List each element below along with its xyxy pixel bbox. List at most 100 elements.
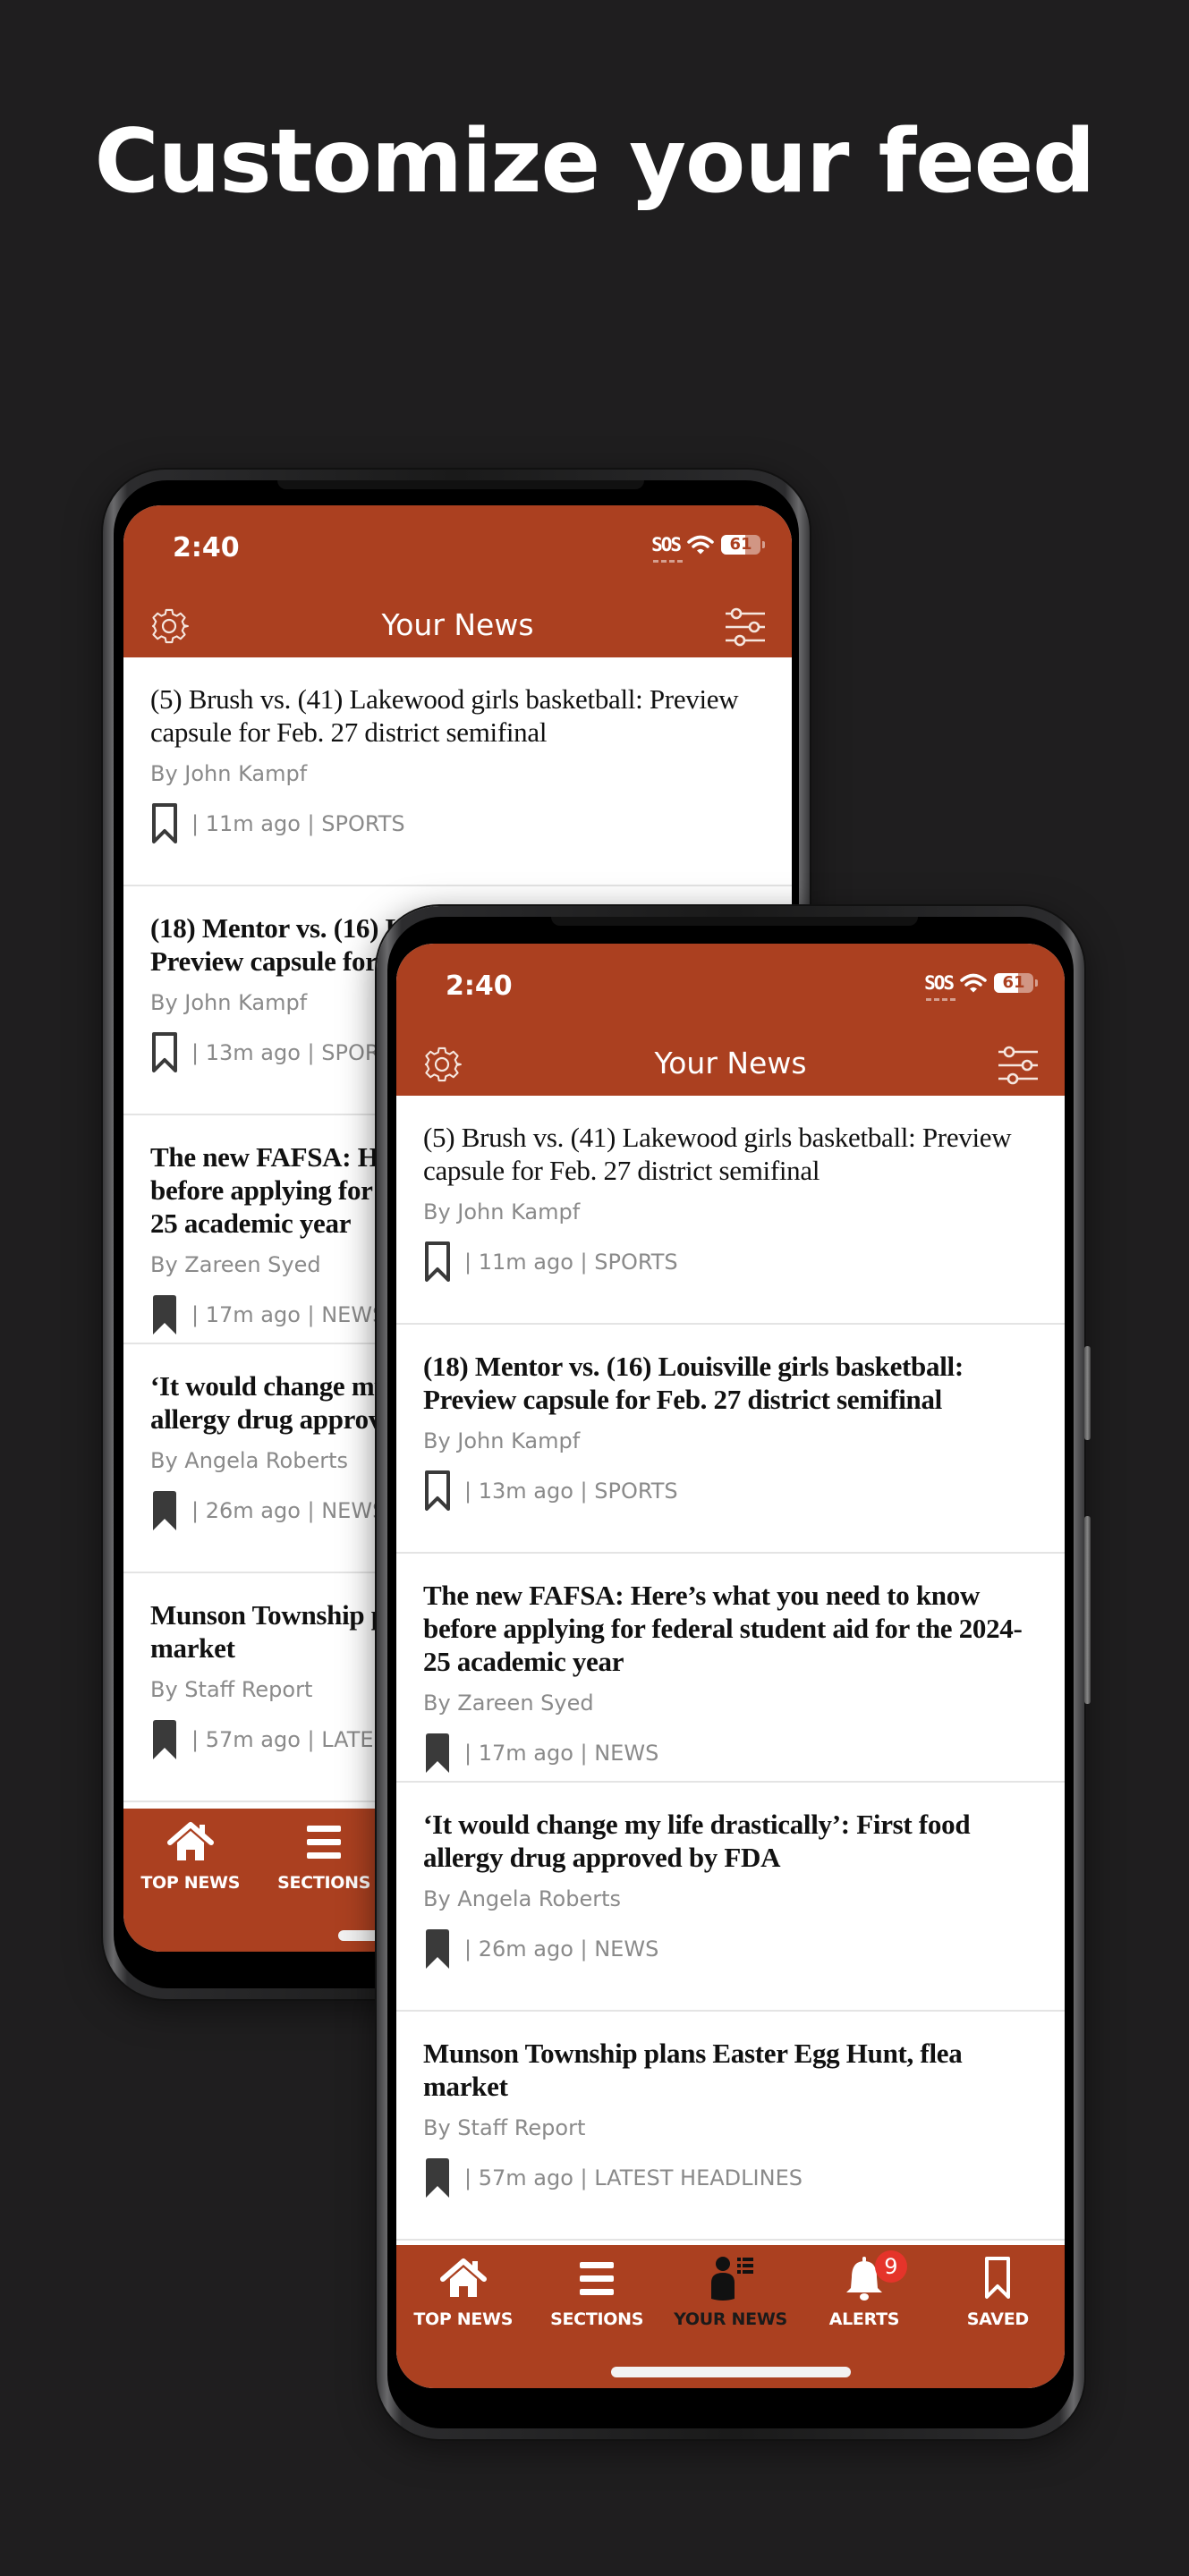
status-icons: SOS 61	[651, 534, 765, 563]
signal-dots-icon	[926, 998, 956, 1001]
article-meta: | 26m ago | NEWS	[464, 1936, 659, 1962]
home-indicator[interactable]	[610, 2367, 851, 2377]
article-meta: | 57m ago | LATEST HEADLINES	[464, 2165, 803, 2190]
wifi-icon	[960, 973, 987, 993]
volume-button	[1084, 1346, 1091, 1440]
nav-tab-top-news[interactable]: TOP NEWS	[123, 1818, 257, 1893]
bookmark-filled-icon[interactable]	[150, 1718, 179, 1761]
nav-label: SAVED	[966, 2309, 1029, 2329]
article-headline[interactable]: The new FAFSA: Here’s what you need to k…	[423, 1579, 1038, 1678]
promo-title: Customize your feed	[94, 111, 1096, 213]
article-item[interactable]: ‘It would change my life drastically’: F…	[396, 1783, 1065, 2012]
home-icon	[439, 2254, 488, 2302]
carrier-label: SOS	[651, 534, 682, 555]
nav-tab-sections[interactable]: SECTIONS	[530, 2254, 663, 2329]
nav-label: SECTIONS	[550, 2309, 644, 2329]
phone-speaker	[277, 480, 644, 489]
nav-tab-saved[interactable]: SAVED	[931, 2254, 1065, 2329]
nav-tab-top-news[interactable]: TOP NEWS	[396, 2254, 530, 2329]
nav-tab-alerts[interactable]: ALERTS 9	[797, 2250, 930, 2329]
bookmark-icon	[973, 2254, 1022, 2302]
article-meta-row: | 17m ago | NEWS	[423, 1732, 1038, 1775]
article-byline: By John Kampf	[150, 761, 308, 786]
battery-tip	[762, 541, 765, 548]
menu-icon	[573, 2254, 621, 2302]
bookmark-outline-icon[interactable]	[423, 1470, 452, 1513]
article-headline[interactable]: (5) Brush vs. (41) Lakewood girls basket…	[423, 1121, 1038, 1187]
article-meta-row: | 26m ago | NEWS	[423, 1928, 1038, 1970]
article-meta: | 17m ago | NEWS	[464, 1741, 659, 1766]
bookmark-outline-icon[interactable]	[150, 802, 179, 845]
bookmark-outline-icon[interactable]	[423, 1241, 452, 1284]
alerts-badge: 9	[874, 2250, 907, 2283]
nav-tab-your-news[interactable]: YOUR NEWS	[664, 2254, 797, 2329]
article-item[interactable]: (5) Brush vs. (41) Lakewood girls basket…	[396, 1096, 1065, 1325]
article-headline[interactable]: (5) Brush vs. (41) Lakewood girls basket…	[150, 682, 765, 749]
bookmark-filled-icon[interactable]	[423, 2157, 452, 2199]
bookmark-filled-icon[interactable]	[150, 1489, 179, 1532]
article-headline[interactable]: ‘It would change my life drastically’: F…	[423, 1808, 1038, 1874]
menu-icon	[300, 1818, 348, 1866]
app-header: Your News	[123, 595, 792, 657]
article-headline[interactable]: Munson Township plans Easter Egg Hunt, f…	[423, 2037, 1038, 2103]
article-meta-row: | 57m ago | LATEST HEADLINES	[423, 2157, 1038, 2199]
carrier-label: SOS	[924, 972, 955, 994]
article-byline: By John Kampf	[423, 1428, 581, 1453]
sliders-icon[interactable]	[724, 607, 767, 647]
article-item[interactable]: Munson Township plans Easter Egg Hunt, f…	[396, 2012, 1065, 2241]
news-feed[interactable]: (5) Brush vs. (41) Lakewood girls basket…	[396, 1096, 1065, 2245]
nav-label: SECTIONS	[277, 1873, 371, 1893]
signal-dots-icon	[653, 560, 684, 563]
article-meta: | 17m ago | NEWS	[191, 1302, 386, 1327]
battery-percent: 61	[1002, 973, 1025, 992]
article-meta: | 26m ago | NEWS	[191, 1498, 386, 1523]
article-meta-row: | 13m ago | SPORTS	[423, 1470, 1038, 1513]
article-meta: | 11m ago | SPORTS	[464, 1250, 678, 1275]
article-headline[interactable]: (18) Mentor vs. (16) Louisville girls ba…	[423, 1350, 1038, 1416]
app-screen: 2:40 SOS 61 Your News (5) Brush vs. (41)…	[396, 944, 1065, 2388]
bookmark-outline-icon[interactable]	[150, 1031, 179, 1074]
article-byline: By Staff Report	[423, 2115, 586, 2140]
bottom-nav: TOP NEWS SECTIONS YOUR NEWS ALERTS 9 SAV…	[396, 2245, 1065, 2388]
article-item[interactable]: The new FAFSA: Here’s what you need to k…	[396, 1554, 1065, 1783]
nav-label: ALERTS	[828, 2309, 900, 2329]
status-time: 2:40	[173, 532, 240, 564]
nav-label: TOP NEWS	[413, 2309, 514, 2329]
power-button	[1084, 1516, 1091, 1704]
wifi-icon	[687, 535, 714, 555]
nav-label: YOUR NEWS	[674, 2309, 787, 2329]
battery-percent: 61	[729, 535, 752, 554]
bookmark-filled-icon[interactable]	[150, 1293, 179, 1336]
person-list-icon	[707, 2254, 755, 2302]
bookmark-filled-icon[interactable]	[423, 1928, 452, 1970]
phone-speaker	[551, 917, 918, 926]
article-meta: | 13m ago | SPORTS	[464, 1479, 678, 1504]
article-meta-row: | 11m ago | SPORTS	[423, 1241, 1038, 1284]
article-byline: By John Kampf	[423, 1199, 581, 1224]
nav-tab-sections[interactable]: SECTIONS	[257, 1818, 390, 1893]
carrier-sos: SOS	[924, 972, 956, 1001]
article-byline: By Angela Roberts	[423, 1886, 621, 1911]
app-header: Your News	[396, 1033, 1065, 1096]
nav-label: TOP NEWS	[140, 1873, 241, 1893]
status-time: 2:40	[446, 970, 513, 1002]
article-meta: | 11m ago | SPORTS	[191, 811, 405, 836]
article-item[interactable]: (18) Mentor vs. (16) Louisville girls ba…	[396, 1325, 1065, 1554]
status-bar: 2:40 SOS 61	[396, 944, 1065, 1033]
sliders-icon[interactable]	[997, 1046, 1040, 1085]
article-meta: | 13m ago | SPORTS	[191, 1040, 405, 1065]
battery-icon: 61	[721, 535, 760, 555]
bottom-nav-items: TOP NEWS SECTIONS YOUR NEWS ALERTS 9 SAV…	[396, 2250, 1065, 2329]
article-meta-row: | 11m ago | SPORTS	[150, 802, 765, 845]
page-title: Your News	[654, 1046, 807, 1080]
article-byline: By Zareen Syed	[423, 1690, 594, 1716]
status-icons: SOS 61	[924, 972, 1038, 1001]
page-title: Your News	[381, 607, 534, 642]
home-icon	[166, 1818, 215, 1866]
article-item[interactable]: (5) Brush vs. (41) Lakewood girls basket…	[123, 657, 792, 886]
battery-tip	[1035, 979, 1038, 987]
status-bar: 2:40 SOS 61	[123, 505, 792, 595]
phone-front: 2:40 SOS 61 Your News (5) Brush vs. (41)…	[377, 906, 1091, 2439]
battery-icon: 61	[994, 973, 1033, 993]
bookmark-filled-icon[interactable]	[423, 1732, 452, 1775]
